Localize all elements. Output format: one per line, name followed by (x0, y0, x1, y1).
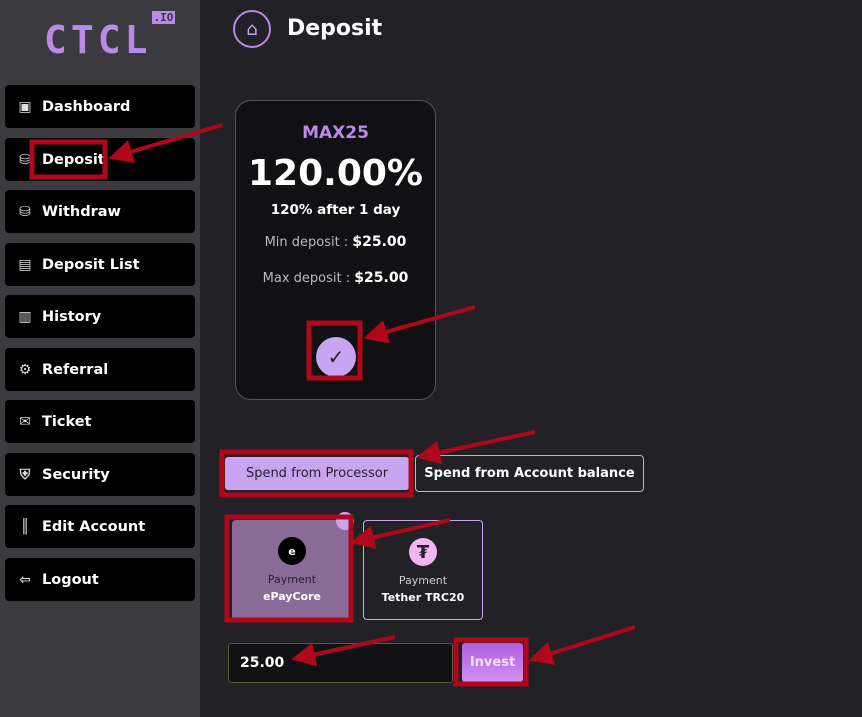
logo-suffix: .IO (151, 11, 176, 25)
plan-select-check-icon[interactable]: ✓ (316, 337, 356, 377)
payment-name: Tether TRC20 (381, 591, 465, 604)
invest-button[interactable]: Invest (462, 643, 523, 682)
plan-percent: 120.00% (248, 153, 423, 194)
edit-icon: ║ (20, 518, 30, 535)
selected-check-icon (336, 512, 354, 530)
sidebar-item-edit-account[interactable]: ║ Edit Account (5, 505, 195, 548)
min-label: Min deposit : (264, 235, 349, 250)
sidebar-item-withdraw[interactable]: ⛁ Withdraw (5, 190, 195, 233)
logo: CTCL.IO (44, 11, 176, 62)
plan-term: 120% after 1 day (270, 202, 401, 218)
payment-name: ePayCore (263, 590, 321, 603)
sidebar-item-ticket[interactable]: ✉ Ticket (5, 400, 195, 443)
ticket-icon: ✉ (19, 413, 31, 430)
sidebar-item-deposit-list[interactable]: ▤ Deposit List (5, 243, 195, 286)
home-icon[interactable]: ⌂ (233, 10, 271, 48)
referral-icon: ⚙ (18, 361, 32, 378)
payment-epaycore[interactable]: e Payment ePayCore (232, 520, 352, 620)
logout-icon: ⇦ (19, 571, 31, 588)
sidebar-item-label: Security (42, 466, 110, 483)
withdraw-icon: ⛁ (19, 203, 31, 220)
sidebar-item-label: Logout (42, 571, 99, 588)
payment-label: Payment (267, 573, 317, 586)
plan-card[interactable]: MAX25 120.00% 120% after 1 day Min depos… (235, 100, 436, 400)
sidebar-item-label: Deposit (42, 151, 105, 168)
amount-input[interactable] (228, 643, 453, 683)
sidebar-item-label: Withdraw (42, 203, 121, 220)
sidebar-item-label: Edit Account (42, 518, 146, 535)
bag-icon: ▤ (18, 256, 32, 273)
epaycore-icon: e (278, 537, 306, 565)
shield-icon: ⛨ (19, 466, 31, 483)
sidebar-item-label: History (42, 308, 102, 325)
min-deposit: Min deposit : $25.00 (236, 234, 435, 250)
tether-icon: ₮ (409, 538, 437, 566)
spend-from-balance-button[interactable]: Spend from Account balance (415, 455, 644, 492)
min-value: $25.00 (352, 234, 407, 250)
sidebar-item-dashboard[interactable]: ▣ Dashboard (5, 85, 195, 128)
payment-tether-trc20[interactable]: ₮ Payment Tether TRC20 (363, 520, 483, 620)
history-icon: ▥ (18, 308, 32, 325)
max-deposit: Max deposit : $25.00 (236, 270, 435, 286)
dashboard-icon: ▣ (18, 98, 32, 115)
sidebar-item-label: Deposit List (42, 256, 140, 273)
main-content: ⌂ Deposit MAX25 120.00% 120% after 1 day… (200, 0, 862, 717)
sidebar-item-referral[interactable]: ⚙ Referral (5, 348, 195, 391)
sidebar-item-security[interactable]: ⛨ Security (5, 453, 195, 496)
sidebar: CTCL.IO ▣ Dashboard ⛁ Deposit ⛁ Withdraw ▤ D… (0, 0, 200, 717)
sidebar-item-history[interactable]: ▥ History (5, 295, 195, 338)
sidebar-item-deposit[interactable]: ⛁ Deposit (5, 138, 195, 181)
deposit-icon: ⛁ (19, 151, 31, 168)
plan-name: MAX25 (302, 123, 369, 143)
spend-from-processor-button[interactable]: Spend from Processor (225, 457, 409, 490)
payment-label: Payment (398, 574, 448, 587)
max-label: Max deposit : (262, 271, 351, 286)
sidebar-item-label: Referral (42, 361, 109, 378)
max-value: $25.00 (354, 270, 409, 286)
sidebar-item-logout[interactable]: ⇦ Logout (5, 558, 195, 601)
page-title: Deposit (287, 16, 383, 41)
sidebar-item-label: Ticket (42, 413, 92, 430)
sidebar-item-label: Dashboard (42, 98, 131, 115)
logo-text: CTCL (44, 18, 152, 62)
